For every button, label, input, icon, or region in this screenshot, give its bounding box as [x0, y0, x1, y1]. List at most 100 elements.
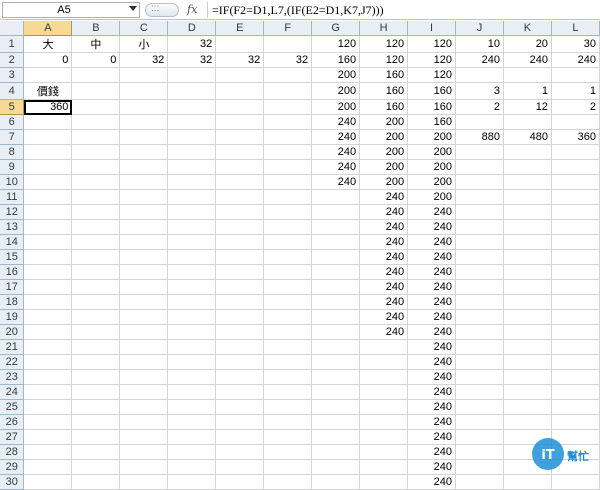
- cell-h30[interactable]: [359, 474, 409, 490]
- cell-e7[interactable]: [215, 129, 265, 145]
- chevron-down-icon[interactable]: [129, 6, 137, 11]
- cell-h1[interactable]: 120: [359, 35, 409, 53]
- cell-g22[interactable]: [311, 354, 361, 370]
- row-header[interactable]: 30: [0, 474, 25, 490]
- row-header[interactable]: 5: [0, 99, 25, 115]
- cell-d11[interactable]: [167, 189, 217, 205]
- cell-h17[interactable]: 240: [359, 279, 409, 295]
- row-header[interactable]: 11: [0, 189, 25, 205]
- cell-l20[interactable]: [551, 324, 600, 340]
- cell-h4[interactable]: 160: [359, 82, 409, 100]
- column-header-e[interactable]: E: [215, 21, 265, 36]
- cell-g16[interactable]: [311, 264, 361, 280]
- cell-c21[interactable]: [119, 339, 169, 355]
- cell-f17[interactable]: [263, 279, 313, 295]
- cell-g25[interactable]: [311, 399, 361, 415]
- cell-k21[interactable]: [503, 339, 552, 355]
- cell-g21[interactable]: [311, 339, 361, 355]
- row-header[interactable]: 25: [0, 399, 25, 415]
- cell-a1[interactable]: 大: [23, 35, 73, 53]
- cell-b26[interactable]: [71, 414, 121, 430]
- cell-b5[interactable]: [71, 99, 121, 115]
- cell-b22[interactable]: [71, 354, 121, 370]
- row-header[interactable]: 14: [0, 234, 25, 250]
- row-header[interactable]: 22: [0, 354, 25, 370]
- cell-h24[interactable]: [359, 384, 409, 400]
- cell-l12[interactable]: [551, 204, 600, 220]
- row-header[interactable]: 21: [0, 339, 25, 355]
- insert-function-icon[interactable]: fx: [187, 3, 197, 16]
- cell-d16[interactable]: [167, 264, 217, 280]
- cell-d12[interactable]: [167, 204, 217, 220]
- cell-g23[interactable]: [311, 369, 361, 385]
- cell-j11[interactable]: [455, 189, 504, 205]
- cell-k4[interactable]: 1: [503, 82, 552, 100]
- cell-e21[interactable]: [215, 339, 265, 355]
- cell-i26[interactable]: 240: [407, 414, 457, 430]
- cell-b6[interactable]: [71, 114, 121, 130]
- cell-a15[interactable]: [23, 249, 73, 265]
- column-header-i[interactable]: I: [407, 21, 457, 36]
- cell-b25[interactable]: [71, 399, 121, 415]
- cell-f8[interactable]: [263, 144, 313, 160]
- row-header[interactable]: 13: [0, 219, 25, 235]
- cell-j2[interactable]: 240: [455, 52, 504, 68]
- cell-k25[interactable]: [503, 399, 552, 415]
- cell-b17[interactable]: [71, 279, 121, 295]
- column-header-h[interactable]: H: [359, 21, 409, 36]
- cell-h12[interactable]: 240: [359, 204, 409, 220]
- cell-d10[interactable]: [167, 174, 217, 190]
- cell-b19[interactable]: [71, 309, 121, 325]
- cell-d3[interactable]: [167, 67, 217, 83]
- cell-e23[interactable]: [215, 369, 265, 385]
- cell-c18[interactable]: [119, 294, 169, 310]
- cell-d20[interactable]: [167, 324, 217, 340]
- column-header-a[interactable]: A: [23, 21, 73, 36]
- cell-e18[interactable]: [215, 294, 265, 310]
- cell-e14[interactable]: [215, 234, 265, 250]
- row-header[interactable]: 1: [0, 35, 25, 53]
- cell-e15[interactable]: [215, 249, 265, 265]
- cell-l24[interactable]: [551, 384, 600, 400]
- cell-d17[interactable]: [167, 279, 217, 295]
- cell-e19[interactable]: [215, 309, 265, 325]
- cell-g30[interactable]: [311, 474, 361, 490]
- cell-k10[interactable]: [503, 174, 552, 190]
- row-header[interactable]: 24: [0, 384, 25, 400]
- cell-g19[interactable]: [311, 309, 361, 325]
- cell-c25[interactable]: [119, 399, 169, 415]
- cell-j12[interactable]: [455, 204, 504, 220]
- cell-e29[interactable]: [215, 459, 265, 475]
- row-header[interactable]: 28: [0, 444, 25, 460]
- cell-l13[interactable]: [551, 219, 600, 235]
- cell-j21[interactable]: [455, 339, 504, 355]
- cell-j3[interactable]: [455, 67, 504, 83]
- cell-g6[interactable]: 240: [311, 114, 361, 130]
- cell-k7[interactable]: 480: [503, 129, 552, 145]
- row-header[interactable]: 10: [0, 174, 25, 190]
- cell-c8[interactable]: [119, 144, 169, 160]
- cell-i2[interactable]: 120: [407, 52, 457, 68]
- row-header[interactable]: 20: [0, 324, 25, 340]
- cell-e20[interactable]: [215, 324, 265, 340]
- cell-f3[interactable]: [263, 67, 313, 83]
- cell-d15[interactable]: [167, 249, 217, 265]
- cell-h21[interactable]: [359, 339, 409, 355]
- cell-h28[interactable]: [359, 444, 409, 460]
- cell-e17[interactable]: [215, 279, 265, 295]
- cell-g13[interactable]: [311, 219, 361, 235]
- cell-e28[interactable]: [215, 444, 265, 460]
- name-box[interactable]: A5: [2, 2, 140, 18]
- cell-d8[interactable]: [167, 144, 217, 160]
- cell-d7[interactable]: [167, 129, 217, 145]
- cell-e6[interactable]: [215, 114, 265, 130]
- cell-e11[interactable]: [215, 189, 265, 205]
- cell-e9[interactable]: [215, 159, 265, 175]
- cell-j22[interactable]: [455, 354, 504, 370]
- cell-j23[interactable]: [455, 369, 504, 385]
- cell-b23[interactable]: [71, 369, 121, 385]
- cell-k11[interactable]: [503, 189, 552, 205]
- cell-l1[interactable]: 30: [551, 35, 600, 53]
- column-header-d[interactable]: D: [167, 21, 217, 36]
- cell-i24[interactable]: 240: [407, 384, 457, 400]
